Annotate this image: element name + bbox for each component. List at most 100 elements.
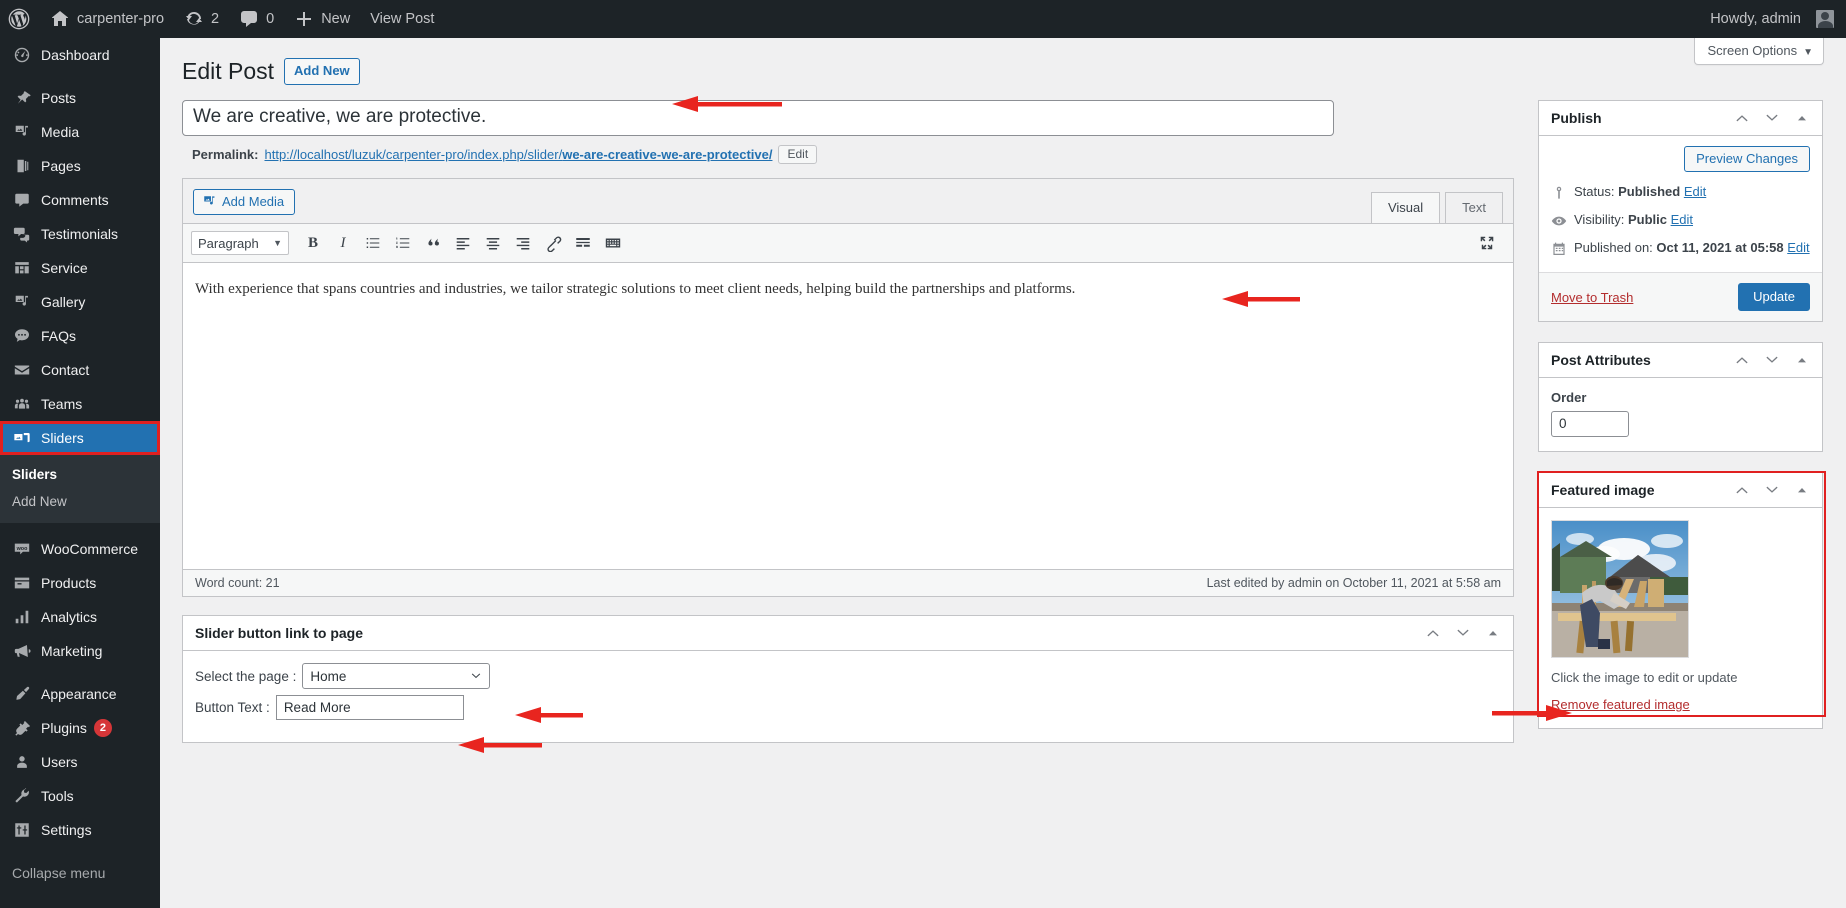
- featured-image-thumbnail[interactable]: [1551, 520, 1689, 658]
- sidebar-item-appearance[interactable]: Appearance: [0, 677, 160, 711]
- toggle-panel-icon[interactable]: [1794, 482, 1810, 498]
- sidebar-item-pages[interactable]: Pages: [0, 149, 160, 183]
- sidebar-item-contact[interactable]: Contact: [0, 353, 160, 387]
- sidebar-item-users[interactable]: Users: [0, 745, 160, 779]
- move-down-icon[interactable]: [1764, 482, 1780, 498]
- sidebar-item-sliders[interactable]: Sliders: [0, 421, 168, 455]
- published-on-text: Published on: Oct 11, 2021 at 05:58 Edit: [1574, 240, 1810, 255]
- submenu-item-add-new[interactable]: Add New: [0, 488, 160, 515]
- post-title-input[interactable]: We are creative, we are protective.: [182, 100, 1334, 136]
- move-down-icon[interactable]: [1764, 110, 1780, 126]
- sidebar-item-tools[interactable]: Tools: [0, 779, 160, 813]
- collapse-menu-label: Collapse menu: [12, 865, 106, 881]
- edit-permalink-button[interactable]: Edit: [778, 145, 818, 164]
- move-up-icon[interactable]: [1734, 352, 1750, 368]
- editor-content[interactable]: With experience that spans countries and…: [183, 263, 1513, 569]
- move-up-icon[interactable]: [1734, 482, 1750, 498]
- sidebar-item-products[interactable]: Products: [0, 566, 160, 600]
- button-text-input[interactable]: Read More: [275, 695, 464, 720]
- comments-menu[interactable]: 0: [229, 0, 284, 38]
- italic-button[interactable]: I: [329, 230, 357, 256]
- remove-featured-image-link[interactable]: Remove featured image: [1551, 697, 1690, 712]
- sidebar-item-teams[interactable]: Teams: [0, 387, 160, 421]
- align-left-button[interactable]: [449, 230, 477, 256]
- sidebar-item-plugins[interactable]: Plugins 2: [0, 711, 160, 745]
- sidebar-item-settings[interactable]: Settings: [0, 813, 160, 847]
- fullscreen-button[interactable]: [1473, 230, 1501, 256]
- insert-link-button[interactable]: [539, 230, 567, 256]
- sidebar-item-posts[interactable]: Posts: [0, 81, 160, 115]
- published-edit-link[interactable]: Edit: [1787, 240, 1809, 255]
- sidebar-item-label: Products: [41, 575, 97, 591]
- align-center-button[interactable]: [479, 230, 507, 256]
- post-body: We are creative, we are protective. Perm…: [182, 100, 1514, 743]
- sidebar-item-media[interactable]: Media: [0, 115, 160, 149]
- visibility-edit-link[interactable]: Edit: [1671, 212, 1693, 227]
- move-up-icon[interactable]: [1734, 110, 1750, 126]
- submenu-item-sliders[interactable]: Sliders: [0, 461, 160, 488]
- testimonials-icon: [12, 224, 32, 244]
- move-down-icon[interactable]: [1764, 352, 1780, 368]
- move-up-icon[interactable]: [1425, 625, 1441, 641]
- updates-menu[interactable]: 2: [174, 0, 229, 38]
- numbered-list-button[interactable]: [389, 230, 417, 256]
- toggle-panel-icon[interactable]: [1485, 625, 1501, 641]
- preview-changes-button[interactable]: Preview Changes: [1684, 146, 1810, 172]
- bulleted-list-button[interactable]: [359, 230, 387, 256]
- new-content-menu[interactable]: New: [284, 0, 360, 38]
- sidebar-item-dashboard[interactable]: Dashboard: [0, 38, 160, 72]
- toggle-panel-icon[interactable]: [1794, 352, 1810, 368]
- bold-button[interactable]: B: [299, 230, 327, 256]
- read-more-button[interactable]: [569, 230, 597, 256]
- move-down-icon[interactable]: [1455, 625, 1471, 641]
- order-input[interactable]: 0: [1551, 411, 1629, 437]
- status-text: Status: Published Edit: [1574, 184, 1706, 199]
- move-to-trash-link[interactable]: Move to Trash: [1551, 290, 1633, 305]
- featured-image-header: Featured image: [1539, 473, 1822, 508]
- view-post-link[interactable]: View Post: [360, 0, 444, 38]
- add-new-button[interactable]: Add New: [284, 58, 360, 86]
- sidebar-item-marketing[interactable]: Marketing: [0, 634, 160, 668]
- post-attributes-title: Post Attributes: [1551, 352, 1651, 368]
- home-icon: [52, 11, 68, 26]
- screen-options-label: Screen Options: [1707, 43, 1798, 58]
- blockquote-button[interactable]: [419, 230, 447, 256]
- user-icon: [12, 752, 32, 772]
- updates-count: 2: [211, 11, 220, 27]
- update-button[interactable]: Update: [1738, 283, 1810, 311]
- sidebar-item-woocommerce[interactable]: woo WooCommerce: [0, 532, 160, 566]
- site-name-menu[interactable]: carpenter-pro: [40, 0, 174, 38]
- select-page-value: Home: [310, 668, 347, 684]
- chevron-down-icon: ▼: [1803, 47, 1813, 58]
- menu-separator: [0, 847, 160, 856]
- wordpress-logo-button[interactable]: [0, 0, 40, 38]
- published-label: Published on:: [1574, 240, 1653, 255]
- media-icon: [12, 292, 32, 312]
- paintbrush-icon: [12, 684, 32, 704]
- my-account-menu[interactable]: Howdy, admin: [1702, 0, 1834, 38]
- add-media-button[interactable]: Add Media: [193, 189, 296, 215]
- eye-icon: [1551, 216, 1567, 226]
- editor-status-bar: Word count: 21 Last edited by admin on O…: [183, 569, 1513, 596]
- sidebar-item-testimonials[interactable]: Testimonials: [0, 217, 160, 251]
- status-edit-link[interactable]: Edit: [1684, 184, 1706, 199]
- sidebar-item-gallery[interactable]: Gallery: [0, 285, 160, 319]
- align-right-button[interactable]: [509, 230, 537, 256]
- sidebar-item-comments[interactable]: Comments: [0, 183, 160, 217]
- chevron-down-icon: ▼: [273, 238, 282, 248]
- permalink-link[interactable]: http://localhost/luzuk/carpenter-pro/ind…: [264, 147, 772, 162]
- sidebar-item-service[interactable]: Service: [0, 251, 160, 285]
- tab-text[interactable]: Text: [1445, 192, 1503, 224]
- collapse-menu-button[interactable]: Collapse menu: [0, 856, 160, 896]
- select-page-dropdown[interactable]: Home: [302, 663, 491, 689]
- tab-visual[interactable]: Visual: [1370, 192, 1441, 224]
- sidebar-item-analytics[interactable]: Analytics: [0, 600, 160, 634]
- screen-options-button[interactable]: Screen Options ▼: [1694, 38, 1824, 65]
- fullscreen-icon: [1480, 236, 1494, 250]
- sidebar-item-faqs[interactable]: FAQs: [0, 319, 160, 353]
- paragraph-format-select[interactable]: Paragraph ▼: [191, 231, 289, 255]
- toolbar-toggle-button[interactable]: [599, 230, 627, 256]
- read-more-icon: [576, 238, 590, 247]
- permalink-row: Permalink: http://localhost/luzuk/carpen…: [182, 136, 1334, 164]
- toggle-panel-icon[interactable]: [1794, 110, 1810, 126]
